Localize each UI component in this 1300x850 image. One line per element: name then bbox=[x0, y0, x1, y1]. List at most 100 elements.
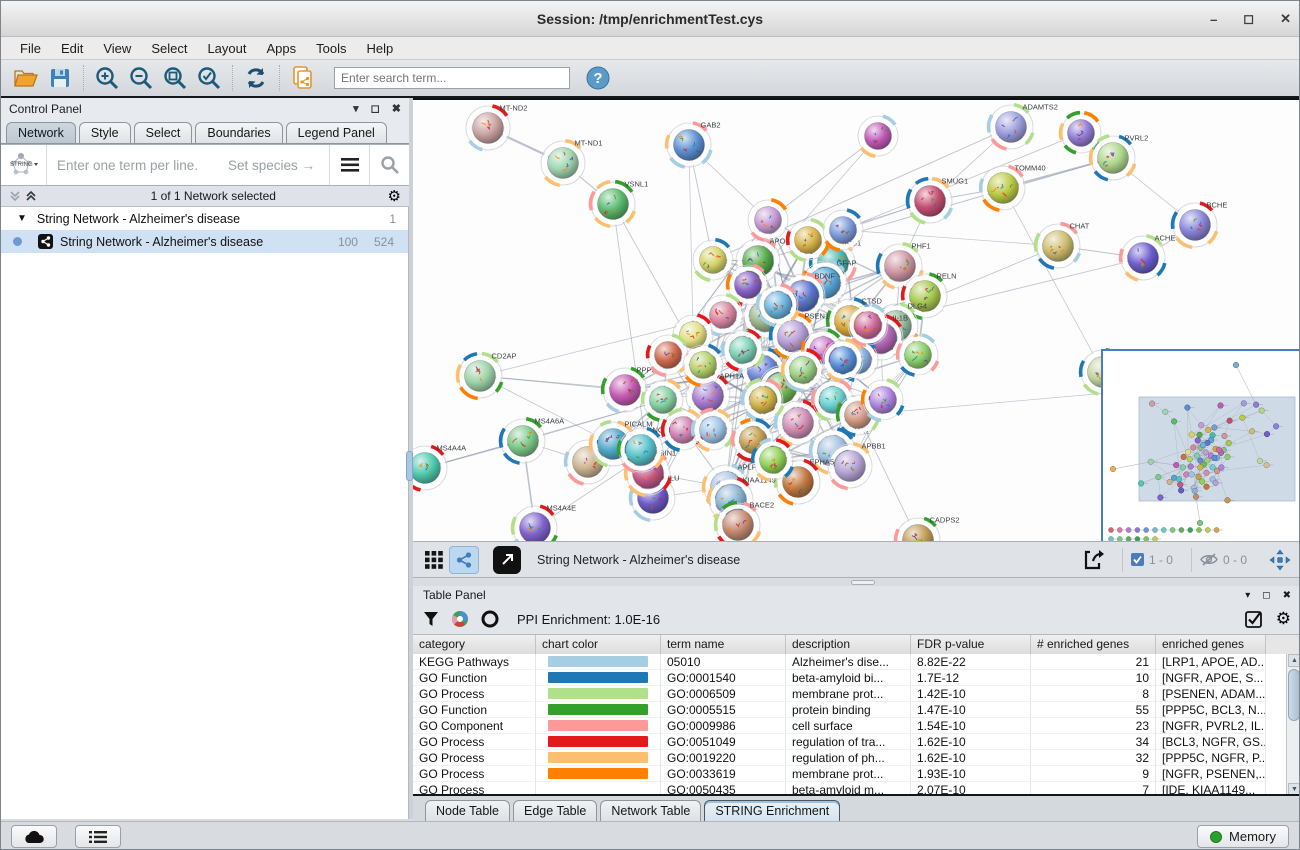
network-node[interactable]: APBB1 bbox=[828, 442, 886, 489]
network-node[interactable]: BACE2 bbox=[716, 501, 774, 542]
table-panel-menu-icon[interactable]: ▾ bbox=[1245, 590, 1250, 601]
menu-select[interactable]: Select bbox=[142, 39, 196, 58]
table-row[interactable]: GO ProcessGO:0051049regulation of tra...… bbox=[413, 734, 1300, 750]
cloud-tasks-button[interactable] bbox=[11, 825, 57, 848]
network-row[interactable]: String Network - Alzheimer's disease 100… bbox=[1, 230, 408, 253]
network-node[interactable]: CD2AP bbox=[458, 352, 517, 399]
tab-legend-panel[interactable]: Legend Panel bbox=[286, 122, 387, 143]
network-node[interactable]: PVRL2 bbox=[1091, 134, 1148, 181]
table-scrollbar[interactable]: ▲ ▼ bbox=[1286, 654, 1300, 796]
refresh-button[interactable] bbox=[239, 63, 273, 93]
save-session-button[interactable] bbox=[43, 63, 77, 93]
panel-float-icon[interactable]: ◻ bbox=[371, 102, 380, 115]
network-node[interactable]: VSNL1 bbox=[591, 180, 648, 227]
network-view-button[interactable] bbox=[449, 546, 479, 574]
menu-view[interactable]: View bbox=[94, 39, 140, 58]
maximize-button[interactable]: ◻ bbox=[1243, 11, 1254, 27]
birds-eye-navigator[interactable] bbox=[1101, 349, 1300, 541]
panel-close-icon[interactable]: ✖ bbox=[392, 102, 401, 115]
menu-tools[interactable]: Tools bbox=[307, 39, 355, 58]
network-node[interactable]: MS4A6A bbox=[501, 417, 564, 464]
scroll-thumb[interactable] bbox=[1288, 669, 1300, 721]
network-node[interactable]: CADPS2 bbox=[896, 516, 960, 542]
pan-tool-button[interactable] bbox=[1265, 546, 1295, 574]
zoom-out-button[interactable] bbox=[124, 63, 158, 93]
grid-view-button[interactable] bbox=[419, 546, 449, 574]
open-session-button[interactable] bbox=[9, 63, 43, 93]
import-network-button[interactable] bbox=[286, 63, 320, 93]
menu-edit[interactable]: Edit bbox=[52, 39, 92, 58]
memory-button[interactable]: Memory bbox=[1197, 825, 1289, 848]
string-logo-icon[interactable]: STRING bbox=[1, 145, 47, 185]
splitter-grip[interactable] bbox=[851, 580, 875, 585]
filter-icon[interactable] bbox=[423, 611, 439, 627]
menu-layout[interactable]: Layout bbox=[198, 39, 255, 58]
network-node[interactable]: MS4A4E bbox=[513, 504, 576, 542]
table-row[interactable]: GO FunctionGO:0005515protein binding1.47… bbox=[413, 702, 1300, 718]
menu-apps[interactable]: Apps bbox=[258, 39, 306, 58]
menu-help[interactable]: Help bbox=[358, 39, 403, 58]
string-options-button[interactable] bbox=[329, 145, 369, 185]
scroll-up-icon[interactable]: ▲ bbox=[1288, 654, 1300, 667]
table-row[interactable]: GO FunctionGO:0001540beta-amyloid bi...1… bbox=[413, 670, 1300, 686]
network-node[interactable]: ADAMTS2 bbox=[989, 103, 1058, 150]
pie-chart-icon[interactable] bbox=[451, 610, 469, 628]
tab-string-enrichment[interactable]: STRING Enrichment bbox=[704, 800, 840, 821]
tab-select[interactable]: Select bbox=[134, 122, 193, 143]
zoom-selected-button[interactable] bbox=[192, 63, 226, 93]
tree-expander-icon[interactable]: ▼ bbox=[17, 213, 27, 224]
ring-chart-icon[interactable] bbox=[481, 610, 499, 628]
network-node[interactable] bbox=[748, 200, 788, 240]
network-node[interactable] bbox=[648, 335, 688, 375]
tab-style[interactable]: Style bbox=[79, 122, 131, 143]
close-button[interactable]: ✕ bbox=[1280, 11, 1291, 27]
search-input[interactable] bbox=[334, 67, 570, 89]
network-node[interactable]: SMUG1 bbox=[908, 177, 968, 224]
tab-network-table[interactable]: Network Table bbox=[600, 800, 701, 821]
table-row[interactable]: KEGG Pathways05010Alzheimer's dise...8.8… bbox=[413, 654, 1300, 670]
column-header[interactable]: term name bbox=[661, 635, 786, 654]
network-node[interactable]: GAB2 bbox=[667, 121, 721, 168]
network-node[interactable]: MT-ND1 bbox=[541, 139, 602, 186]
zoom-fit-button[interactable] bbox=[158, 63, 192, 93]
menu-file[interactable]: File bbox=[11, 39, 50, 58]
table-row[interactable]: GO ProcessGO:0050435beta-amyloid m...2.0… bbox=[413, 782, 1300, 796]
table-row[interactable]: GO ProcessGO:0033619membrane prot...1.93… bbox=[413, 766, 1300, 782]
network-gear-icon[interactable]: ⚙ bbox=[388, 187, 401, 205]
table-row[interactable]: GO ProcessGO:0006509membrane prot...1.42… bbox=[413, 686, 1300, 702]
string-search-button[interactable] bbox=[369, 145, 409, 185]
panel-menu-icon[interactable]: ▾ bbox=[353, 102, 359, 115]
network-node[interactable] bbox=[1061, 113, 1101, 153]
species-selector[interactable]: Set species → bbox=[228, 158, 329, 173]
zoom-in-button[interactable] bbox=[90, 63, 124, 93]
table-settings-gear-icon[interactable]: ⚙ bbox=[1276, 609, 1291, 629]
network-node[interactable]: TOMM40 bbox=[981, 164, 1046, 211]
table-panel-close-icon[interactable]: ✖ bbox=[1283, 590, 1291, 601]
help-button[interactable]: ? bbox=[586, 66, 610, 90]
column-header[interactable]: category bbox=[413, 635, 536, 654]
column-header[interactable]: enriched genes bbox=[1156, 635, 1266, 654]
network-node[interactable]: ACHE bbox=[1121, 234, 1175, 281]
network-canvas[interactable]: MT-ND2MT-ND1VSNL1GAB2ADAMTS2PVRL2TOMM40S… bbox=[413, 98, 1300, 541]
tab-boundaries[interactable]: Boundaries bbox=[195, 122, 282, 143]
tab-node-table[interactable]: Node Table bbox=[425, 800, 510, 821]
column-header[interactable]: FDR p-value bbox=[911, 635, 1031, 654]
network-node[interactable]: MS4A4A bbox=[413, 444, 466, 491]
task-history-button[interactable] bbox=[75, 825, 121, 848]
splitter-handle[interactable] bbox=[406, 451, 413, 481]
network-node[interactable]: CHAT bbox=[1036, 222, 1090, 269]
minimize-button[interactable]: – bbox=[1210, 12, 1217, 27]
tab-network[interactable]: Network bbox=[6, 122, 76, 143]
network-node[interactable]: BCHE bbox=[1173, 201, 1227, 248]
horizontal-splitter[interactable] bbox=[413, 579, 1300, 586]
string-query-input[interactable]: Enter one term per line. bbox=[47, 158, 228, 173]
network-node[interactable] bbox=[788, 220, 828, 260]
column-header[interactable]: description bbox=[786, 635, 911, 654]
table-row[interactable]: GO ProcessGO:0019220regulation of ph...1… bbox=[413, 750, 1300, 766]
table-panel-float-icon[interactable]: ◻ bbox=[1262, 590, 1270, 601]
select-columns-icon[interactable] bbox=[1245, 611, 1262, 628]
tab-edge-table[interactable]: Edge Table bbox=[513, 800, 597, 821]
network-collection-row[interactable]: ▼ String Network - Alzheimer's disease 1 bbox=[1, 207, 408, 230]
network-node[interactable] bbox=[858, 116, 898, 156]
full-view-button[interactable] bbox=[493, 546, 521, 574]
